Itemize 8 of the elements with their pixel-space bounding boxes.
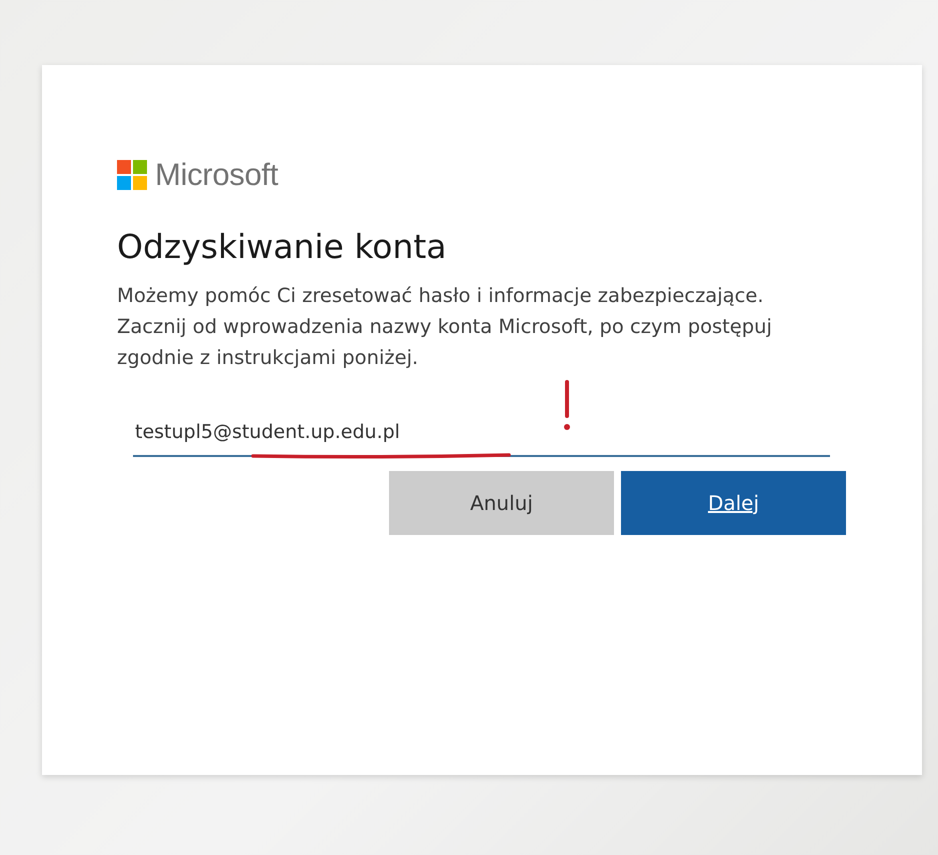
exclamation-mark-drawing <box>562 380 572 432</box>
description-text: Możemy pomóc Ci zresetować hasło i informacje zabezpieczające. Zacznij od wprowadzenia nazwy konta Microsoft, po czym postępuj zgodnie z instrukcjami poniżej. <box>117 283 773 371</box>
brand-name: Microsoft <box>155 157 278 193</box>
logo-icon <box>117 160 147 190</box>
account-input-field[interactable]: testupl5@student.up.edu.pl <box>133 413 830 457</box>
cancel-button[interactable]: Anuluj <box>389 471 614 535</box>
next-button[interactable]: Dalej <box>621 471 846 535</box>
page-title: Odzyskiwanie konta <box>117 227 448 266</box>
